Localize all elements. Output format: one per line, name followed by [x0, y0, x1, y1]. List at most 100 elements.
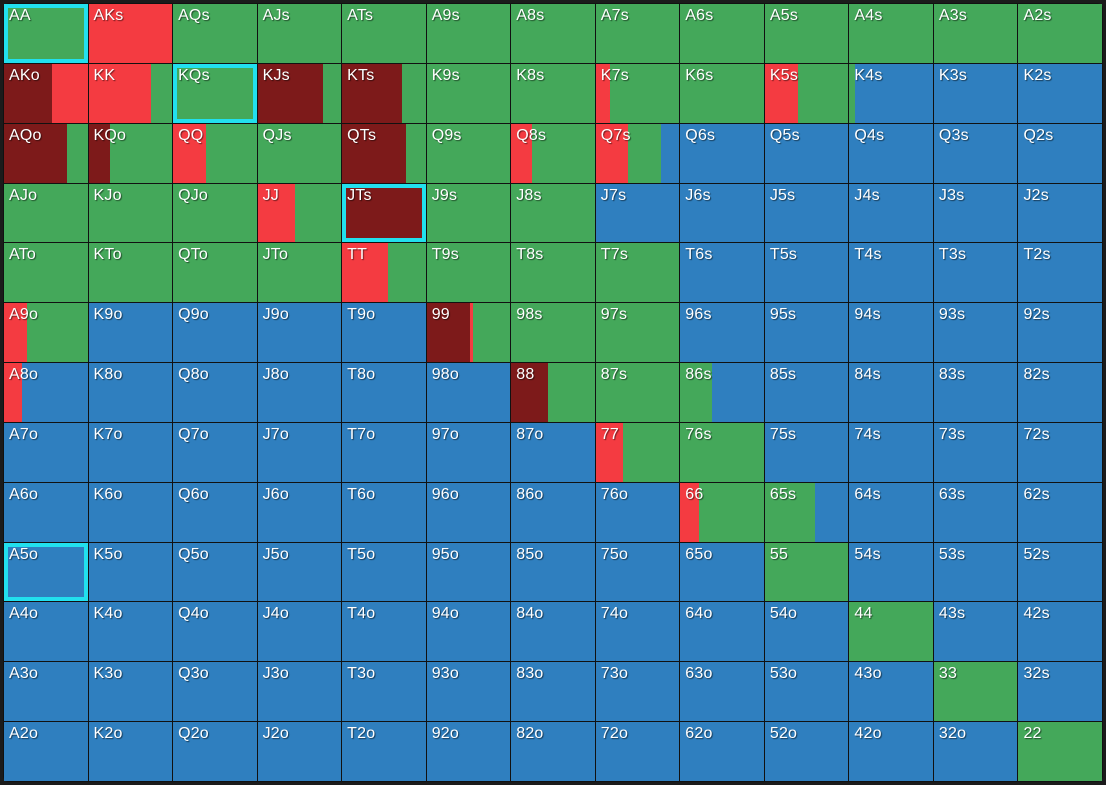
hand-cell-A5s[interactable]: A5s [764, 4, 849, 63]
hand-cell-83s[interactable]: 83s [933, 363, 1018, 422]
hand-cell-32s[interactable]: 32s [1018, 662, 1102, 722]
hand-cell-76s[interactable]: 76s [680, 422, 764, 482]
hand-cell-T3s[interactable]: T3s [933, 243, 1018, 303]
hand-cell-72s[interactable]: 72s [1018, 422, 1102, 482]
hand-cell-KQs[interactable]: KQs [173, 63, 257, 123]
hand-cell-Q4o[interactable]: Q4o [173, 602, 257, 662]
hand-cell-53o[interactable]: 53o [764, 662, 849, 722]
hand-cell-A7s[interactable]: A7s [595, 4, 680, 63]
hand-cell-JJ[interactable]: JJ [257, 183, 342, 243]
hand-cell-52o[interactable]: 52o [764, 722, 849, 781]
hand-cell-K9s[interactable]: K9s [426, 63, 511, 123]
hand-cell-84s[interactable]: 84s [849, 363, 933, 422]
hand-cell-76o[interactable]: 76o [595, 482, 680, 542]
hand-cell-J6o[interactable]: J6o [257, 482, 342, 542]
hand-cell-Q7o[interactable]: Q7o [173, 422, 257, 482]
hand-cell-54s[interactable]: 54s [849, 542, 933, 602]
hand-cell-92o[interactable]: 92o [426, 722, 511, 781]
hand-cell-62s[interactable]: 62s [1018, 482, 1102, 542]
hand-cell-87s[interactable]: 87s [595, 363, 680, 422]
hand-cell-Q3s[interactable]: Q3s [933, 123, 1018, 183]
hand-cell-72o[interactable]: 72o [595, 722, 680, 781]
hand-cell-KQo[interactable]: KQo [88, 123, 173, 183]
hand-cell-J9s[interactable]: J9s [426, 183, 511, 243]
hand-cell-J6s[interactable]: J6s [680, 183, 764, 243]
hand-cell-J7o[interactable]: J7o [257, 422, 342, 482]
hand-cell-94s[interactable]: 94s [849, 303, 933, 363]
hand-cell-J5o[interactable]: J5o [257, 542, 342, 602]
hand-cell-K3s[interactable]: K3s [933, 63, 1018, 123]
hand-cell-54o[interactable]: 54o [764, 602, 849, 662]
hand-cell-T2o[interactable]: T2o [342, 722, 426, 781]
hand-cell-ATo[interactable]: ATo [4, 243, 88, 303]
hand-cell-97s[interactable]: 97s [595, 303, 680, 363]
hand-cell-J4o[interactable]: J4o [257, 602, 342, 662]
hand-cell-J5s[interactable]: J5s [764, 183, 849, 243]
hand-cell-32o[interactable]: 32o [933, 722, 1018, 781]
hand-cell-AJs[interactable]: AJs [257, 4, 342, 63]
hand-cell-96s[interactable]: 96s [680, 303, 764, 363]
hand-cell-QTs[interactable]: QTs [342, 123, 426, 183]
hand-cell-94o[interactable]: 94o [426, 602, 511, 662]
hand-cell-82o[interactable]: 82o [511, 722, 595, 781]
hand-cell-T2s[interactable]: T2s [1018, 243, 1102, 303]
hand-cell-K4s[interactable]: K4s [849, 63, 933, 123]
hand-cell-85s[interactable]: 85s [764, 363, 849, 422]
hand-cell-T9o[interactable]: T9o [342, 303, 426, 363]
hand-cell-QQ[interactable]: QQ [173, 123, 257, 183]
hand-cell-T6o[interactable]: T6o [342, 482, 426, 542]
hand-cell-98o[interactable]: 98o [426, 363, 511, 422]
hand-cell-J8s[interactable]: J8s [511, 183, 595, 243]
hand-cell-75o[interactable]: 75o [595, 542, 680, 602]
hand-cell-93s[interactable]: 93s [933, 303, 1018, 363]
hand-cell-K3o[interactable]: K3o [88, 662, 173, 722]
hand-cell-A7o[interactable]: A7o [4, 422, 88, 482]
hand-cell-ATs[interactable]: ATs [342, 4, 426, 63]
hand-cell-J2s[interactable]: J2s [1018, 183, 1102, 243]
hand-cell-44[interactable]: 44 [849, 602, 933, 662]
hand-cell-86o[interactable]: 86o [511, 482, 595, 542]
hand-cell-83o[interactable]: 83o [511, 662, 595, 722]
hand-cell-93o[interactable]: 93o [426, 662, 511, 722]
hand-cell-T5o[interactable]: T5o [342, 542, 426, 602]
hand-cell-74o[interactable]: 74o [595, 602, 680, 662]
hand-cell-A8s[interactable]: A8s [511, 4, 595, 63]
hand-cell-64s[interactable]: 64s [849, 482, 933, 542]
hand-cell-75s[interactable]: 75s [764, 422, 849, 482]
hand-cell-A8o[interactable]: A8o [4, 363, 88, 422]
hand-cell-QJo[interactable]: QJo [173, 183, 257, 243]
hand-cell-Q6s[interactable]: Q6s [680, 123, 764, 183]
hand-cell-Q8o[interactable]: Q8o [173, 363, 257, 422]
hand-cell-KJs[interactable]: KJs [257, 63, 342, 123]
hand-cell-A2o[interactable]: A2o [4, 722, 88, 781]
hand-cell-K9o[interactable]: K9o [88, 303, 173, 363]
hand-cell-62o[interactable]: 62o [680, 722, 764, 781]
hand-cell-JTs[interactable]: JTs [342, 183, 426, 243]
hand-cell-K7o[interactable]: K7o [88, 422, 173, 482]
hand-cell-96o[interactable]: 96o [426, 482, 511, 542]
hand-cell-KTo[interactable]: KTo [88, 243, 173, 303]
hand-cell-A9o[interactable]: A9o [4, 303, 88, 363]
hand-cell-K8s[interactable]: K8s [511, 63, 595, 123]
hand-cell-KTs[interactable]: KTs [342, 63, 426, 123]
hand-cell-52s[interactable]: 52s [1018, 542, 1102, 602]
hand-cell-77[interactable]: 77 [595, 422, 680, 482]
hand-cell-Q9s[interactable]: Q9s [426, 123, 511, 183]
hand-cell-J2o[interactable]: J2o [257, 722, 342, 781]
hand-cell-33[interactable]: 33 [933, 662, 1018, 722]
hand-cell-AA[interactable]: AA [4, 4, 88, 63]
hand-cell-95s[interactable]: 95s [764, 303, 849, 363]
hand-cell-42o[interactable]: 42o [849, 722, 933, 781]
hand-cell-53s[interactable]: 53s [933, 542, 1018, 602]
hand-cell-87o[interactable]: 87o [511, 422, 595, 482]
hand-cell-AKs[interactable]: AKs [88, 4, 173, 63]
hand-cell-T7s[interactable]: T7s [595, 243, 680, 303]
hand-cell-A6s[interactable]: A6s [680, 4, 764, 63]
hand-cell-43o[interactable]: 43o [849, 662, 933, 722]
hand-cell-A2s[interactable]: A2s [1018, 4, 1102, 63]
hand-cell-99[interactable]: 99 [426, 303, 511, 363]
hand-cell-63s[interactable]: 63s [933, 482, 1018, 542]
hand-cell-22[interactable]: 22 [1018, 722, 1102, 781]
hand-cell-T8s[interactable]: T8s [511, 243, 595, 303]
hand-cell-T3o[interactable]: T3o [342, 662, 426, 722]
